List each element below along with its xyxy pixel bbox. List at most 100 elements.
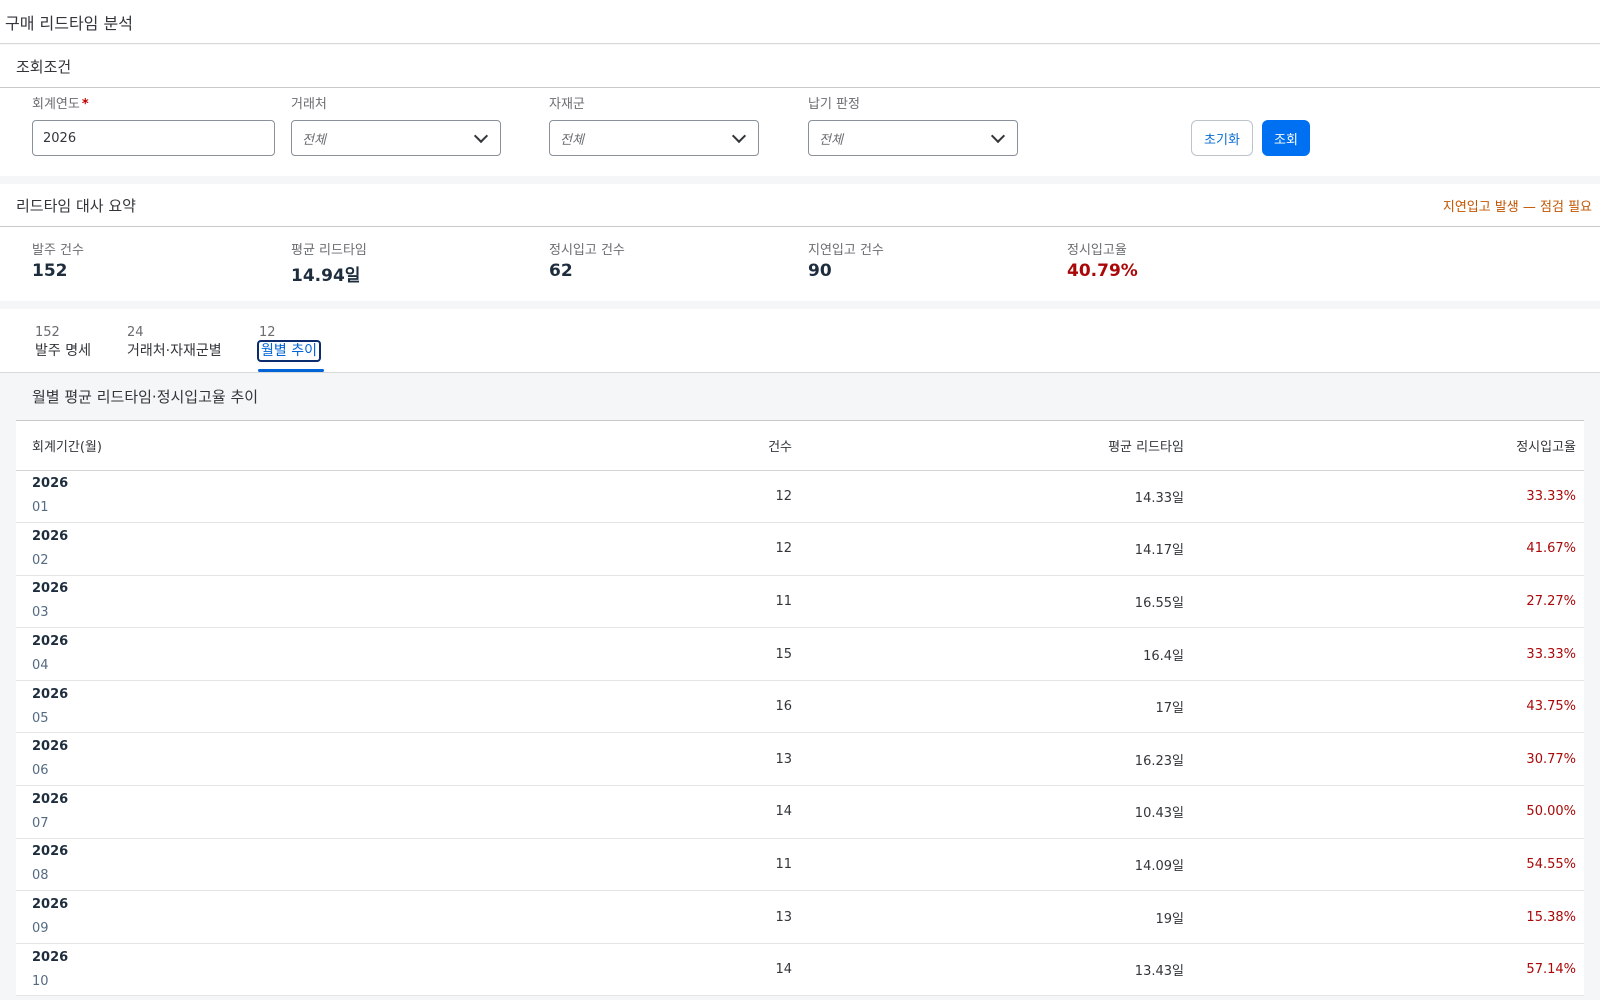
table-row[interactable]: 2026 06 13 16.23일 30.77% [16, 732, 1584, 787]
filter-title: 조회조건 [16, 57, 72, 76]
count-cell: 15 [596, 627, 800, 681]
count-cell: 12 [596, 522, 800, 576]
col-ontime-rate[interactable]: 정시입고율 [1191, 421, 1584, 471]
summary-header: 리드타임 대사 요약 지연입고 발생 — 점검 필요 [0, 184, 1600, 227]
table-header-row: 회계기간(월) 건수 평균 리드타임 정시입고율 [16, 421, 1584, 471]
chevron-down-icon [731, 128, 747, 143]
tab-count: 24 [127, 325, 144, 340]
required-marker: * [81, 97, 89, 112]
period-cell: 2026 04 [16, 627, 597, 681]
tab-vendor-material[interactable]: 24 거래처·자재군별 [127, 325, 222, 360]
chevron-down-icon [990, 128, 1006, 143]
active-tab-indicator [258, 369, 324, 372]
fiscal-year-input[interactable]: 2026 [32, 120, 275, 156]
vendor-field: 거래처 전체 [291, 96, 501, 156]
ontime-rate-cell: 41.67% [1191, 522, 1584, 576]
period-month: 09 [32, 921, 49, 937]
table-row[interactable]: 2026 08 11 14.09일 54.55% [16, 838, 1584, 892]
fiscal-year-value: 2026 [43, 130, 77, 146]
period-year: 2026 [32, 844, 69, 860]
reset-button[interactable]: 초기화 [1191, 120, 1253, 156]
period-year: 2026 [32, 686, 69, 702]
tab-order-detail[interactable]: 152 발주 명세 [35, 325, 91, 360]
period-year: 2026 [32, 791, 69, 807]
col-count[interactable]: 건수 [596, 421, 800, 471]
period-cell: 2026 06 [16, 732, 597, 787]
kpi-avg-leadtime: 평균 리드타임 14.94일 [291, 239, 367, 286]
leadtime-cell: 16.4일 [799, 627, 1192, 681]
table-row[interactable]: 2026 05 16 17일 43.75% [16, 680, 1584, 734]
period-month: 07 [32, 815, 49, 831]
table-title: 월별 평균 리드타임·정시입고율 추이 [16, 373, 1584, 421]
chevron-down-icon [473, 128, 489, 143]
kpi-order-count: 발주 건수 152 [32, 239, 84, 281]
summary-panel: 리드타임 대사 요약 지연입고 발생 — 점검 필요 발주 건수 152 평균 … [0, 184, 1600, 301]
table-row[interactable]: 2026 04 15 16.4일 33.33% [16, 627, 1584, 681]
kpi-label: 정시입고율 [1067, 243, 1127, 258]
count-cell: 13 [596, 890, 800, 944]
tab-label: 월별 추이 [257, 340, 321, 362]
kpi-label: 지연입고 건수 [808, 243, 884, 258]
fiscal-year-field: 회계연도 * 2026 [32, 96, 275, 156]
leadtime-cell: 16.23일 [799, 732, 1192, 787]
period-year: 2026 [32, 949, 69, 965]
ontime-rate-cell: 57.14% [1191, 943, 1584, 997]
period-month: 03 [32, 605, 49, 621]
delivery-judgement-label: 납기 판정 [808, 97, 860, 112]
leadtime-cell: 17일 [799, 680, 1192, 734]
material-group-label: 자재군 [549, 97, 585, 112]
table-row[interactable]: 2026 07 14 10.43일 50.00% [16, 785, 1584, 839]
period-cell: 2026 05 [16, 680, 597, 734]
table-row[interactable]: 2026 01 12 14.33일 33.33% [16, 470, 1584, 524]
ontime-rate-cell: 43.75% [1191, 680, 1584, 734]
ontime-rate-cell: 50.00% [1191, 785, 1584, 839]
kpi-delayed-count: 지연입고 건수 90 [808, 239, 884, 281]
period-cell: 2026 01 [16, 470, 597, 524]
fiscal-year-label: 회계연도 [32, 97, 80, 112]
ontime-rate-cell: 15.38% [1191, 890, 1584, 944]
tab-label: 발주 명세 [35, 343, 91, 359]
filter-header: 조회조건 [0, 45, 1600, 88]
period-cell: 2026 09 [16, 890, 597, 944]
col-avg-leadtime[interactable]: 평균 리드타임 [799, 421, 1192, 471]
period-year: 2026 [32, 581, 69, 597]
leadtime-cell: 16.55일 [799, 575, 1192, 629]
col-period[interactable]: 회계기간(월) [16, 421, 597, 471]
kpi-label: 발주 건수 [32, 243, 84, 258]
count-cell: 14 [596, 785, 800, 839]
period-month: 02 [32, 552, 49, 568]
leadtime-cell: 14.33일 [799, 470, 1192, 524]
material-group-select[interactable]: 전체 [549, 120, 759, 156]
tab-monthly-trend[interactable]: 12 월별 추이 [257, 325, 321, 362]
monthly-trend-section: 월별 평균 리드타임·정시입고율 추이 회계기간(월) 건수 평균 리드타임 정… [0, 373, 1600, 997]
tab-bar: 152 발주 명세 24 거래처·자재군별 12 월별 추이 [0, 309, 1600, 373]
kpi-label: 평균 리드타임 [291, 243, 367, 258]
monthly-trend-table: 회계기간(월) 건수 평균 리드타임 정시입고율 2026 01 12 14.33일 3… [16, 421, 1584, 997]
kpi-label: 정시입고 건수 [549, 243, 625, 258]
vendor-select[interactable]: 전체 [291, 120, 501, 156]
leadtime-cell: 14.17일 [799, 522, 1192, 576]
count-cell: 16 [596, 680, 800, 734]
delivery-judgement-select[interactable]: 전체 [808, 120, 1018, 156]
table-row[interactable]: 2026 09 13 19일 15.38% [16, 890, 1584, 944]
count-cell: 13 [596, 732, 800, 787]
material-group-field: 자재군 전체 [549, 96, 759, 156]
period-month: 05 [32, 710, 49, 726]
period-month: 04 [32, 658, 49, 674]
period-cell: 2026 02 [16, 522, 597, 576]
app-header: 구매 리드타임 분석 [0, 0, 1600, 44]
search-button[interactable]: 조회 [1262, 120, 1310, 156]
table-row[interactable]: 2026 03 11 16.55일 27.27% [16, 575, 1584, 629]
count-cell: 14 [596, 943, 800, 997]
kpi-value: 90 [808, 261, 832, 281]
ontime-rate-cell: 54.55% [1191, 838, 1584, 892]
ontime-rate-cell: 33.33% [1191, 627, 1584, 681]
delay-warning: 지연입고 발생 — 점검 필요 [1442, 199, 1592, 215]
period-month: 10 [32, 973, 49, 989]
table-row[interactable]: 2026 10 14 13.43일 57.14% [16, 943, 1584, 997]
period-cell: 2026 07 [16, 785, 597, 839]
delivery-judgement-placeholder: 전체 [819, 132, 843, 148]
table-row[interactable]: 2026 02 12 14.17일 41.67% [16, 522, 1584, 576]
kpi-value: 152 [32, 261, 68, 281]
period-year: 2026 [32, 739, 69, 755]
